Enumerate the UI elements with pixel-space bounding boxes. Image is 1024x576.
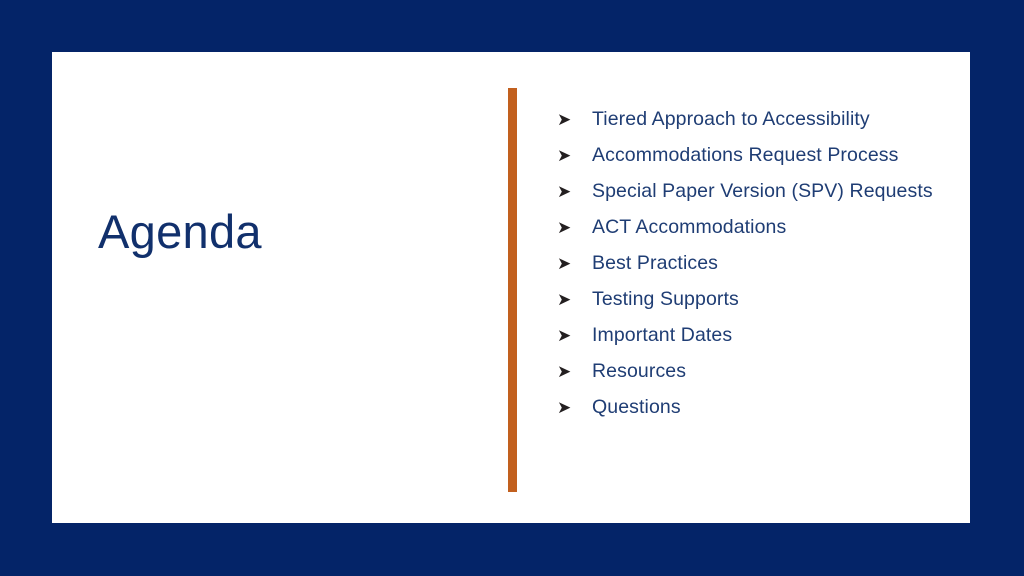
arrow-bullet-icon: ➤: [557, 326, 572, 345]
arrow-bullet-icon: ➤: [557, 218, 572, 237]
arrow-bullet-icon: ➤: [557, 182, 572, 201]
list-item: ➤ Tiered Approach to Accessibility: [557, 107, 947, 132]
arrow-bullet-icon: ➤: [557, 290, 572, 309]
list-item: ➤ Testing Supports: [557, 287, 947, 312]
list-item-label: Important Dates: [592, 324, 733, 346]
list-item: ➤ Questions: [557, 395, 947, 420]
list-item-label: Special Paper Version (SPV) Requests: [592, 180, 933, 202]
list-item: ➤ Resources: [557, 359, 947, 384]
list-item: ➤ Special Paper Version (SPV) Requests: [557, 179, 947, 204]
list-item: ➤ Important Dates: [557, 323, 947, 348]
arrow-bullet-icon: ➤: [557, 362, 572, 381]
presentation-slide: Agenda ➤ Tiered Approach to Accessibilit…: [0, 0, 1024, 576]
slide-content-card: Agenda ➤ Tiered Approach to Accessibilit…: [52, 52, 970, 523]
list-item-label: Tiered Approach to Accessibility: [592, 108, 870, 130]
arrow-bullet-icon: ➤: [557, 254, 572, 273]
list-item: ➤ Accommodations Request Process: [557, 143, 947, 168]
list-item: ➤ ACT Accommodations: [557, 215, 947, 240]
list-item: ➤ Best Practices: [557, 251, 947, 276]
list-item-label: Questions: [592, 396, 681, 418]
orange-vertical-divider-icon: [508, 88, 517, 492]
list-item-label: Testing Supports: [592, 288, 739, 310]
arrow-bullet-icon: ➤: [557, 398, 572, 417]
list-item-label: Best Practices: [592, 252, 719, 274]
list-item-label: Resources: [592, 360, 687, 382]
agenda-bullet-list: ➤ Tiered Approach to Accessibility ➤ Acc…: [557, 107, 947, 420]
page-title: Agenda: [98, 205, 262, 259]
arrow-bullet-icon: ➤: [557, 110, 572, 129]
arrow-bullet-icon: ➤: [557, 146, 572, 165]
list-item-label: Accommodations Request Process: [592, 144, 899, 166]
slide-title-area: Agenda: [98, 142, 508, 322]
list-item-label: ACT Accommodations: [592, 216, 787, 238]
